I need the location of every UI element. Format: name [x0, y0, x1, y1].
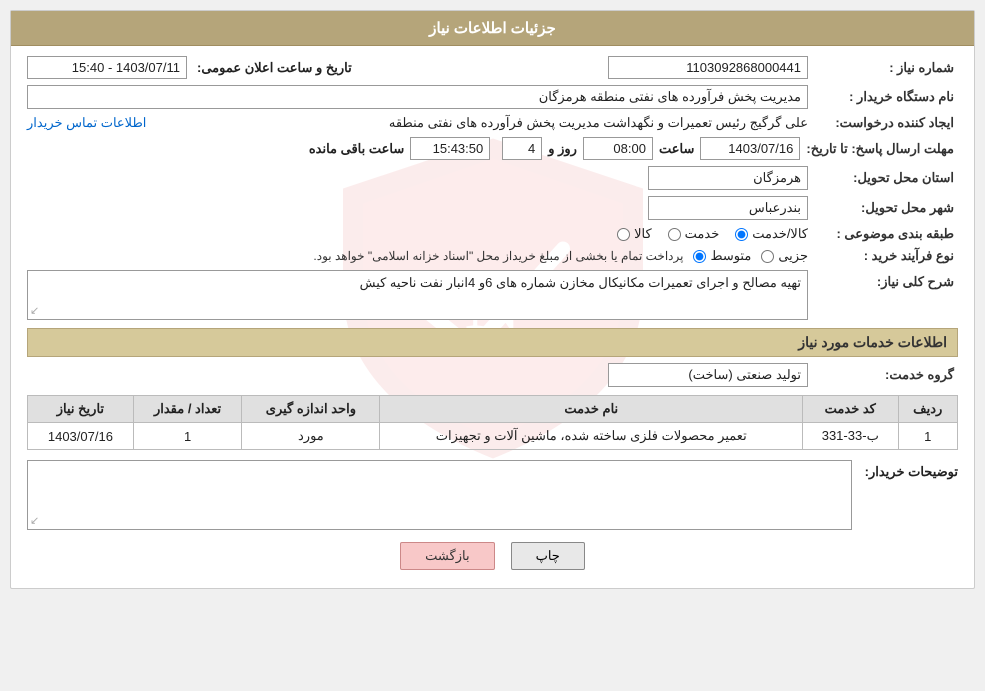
mohlat-label: مهلت ارسال پاسخ: تا تاریخ: — [806, 141, 958, 157]
tabaqe-kala-khadamat-radio[interactable] — [735, 228, 748, 241]
shahr-value: بندرعباس — [648, 196, 808, 220]
sharh-label: شرح کلی نیاز: — [818, 270, 958, 290]
tabaqe-label: طبقه بندی موضوعی : — [818, 226, 958, 242]
cell-name: تعمیر محصولات فلزی ساخته شده، ماشین آلات… — [380, 423, 803, 450]
tarikhe-value: 1403/07/11 - 15:40 — [27, 56, 187, 79]
col-radif: ردیف — [898, 396, 957, 423]
col-code: کد خدمت — [803, 396, 898, 423]
tabaqe-khadamat-label: خدمت — [685, 226, 720, 242]
notes-resize-icon: ↙ — [30, 514, 39, 527]
nofarayand-jozii-radio[interactable] — [761, 250, 774, 263]
tabaqe-khadamat-radio[interactable] — [668, 228, 681, 241]
back-button[interactable]: بازگشت — [400, 542, 494, 570]
shahr-label: شهر محل تحویل: — [818, 200, 958, 216]
cell-code: ب-33-331 — [803, 423, 898, 450]
ostan-label: استان محل تحویل: — [818, 170, 958, 186]
nofarayand-jozii-label: جزیی — [778, 248, 808, 264]
grohe-label: گروه خدمت: — [818, 367, 958, 383]
shomareNiaz-label: شماره نیاز : — [818, 60, 958, 76]
mohlat-date: 1403/07/16 — [700, 137, 800, 160]
mohlat-remaining-label: ساعت باقی مانده — [309, 141, 404, 157]
col-unit: واحد اندازه گیری — [242, 396, 380, 423]
mohlat-days-label: روز و — [548, 141, 577, 157]
tabaqe-kala-khadamat-item[interactable]: کالا/خدمت — [735, 226, 808, 242]
col-name: نام خدمت — [380, 396, 803, 423]
tabaqe-kala-label: کالا — [634, 226, 652, 242]
action-buttons: چاپ بازگشت — [27, 542, 958, 570]
mohlat-time: 08:00 — [583, 137, 653, 160]
tarikhe-label: تاریخ و ساعت اعلان عمومی: — [197, 60, 352, 76]
cell-radif: 1 — [898, 423, 957, 450]
shomareNiaz-value: 1103092868000441 — [608, 56, 808, 79]
mohlat-days: 4 — [502, 137, 542, 160]
col-date: تاریخ نیاز — [28, 396, 134, 423]
tabaqe-radio-group: کالا خدمت کالا/خدمت — [617, 226, 808, 242]
resize-icon: ↙ — [30, 304, 39, 317]
cell-count: 1 — [133, 423, 242, 450]
tabaqe-kala-khadamat-label: کالا/خدمت — [752, 226, 808, 242]
sharh-value: تهیه مصالح و اجرای تعمیرات مکانیکال مخاز… — [360, 275, 801, 290]
tabaqe-kala-radio[interactable] — [617, 228, 630, 241]
grohe-value: تولید صنعتی (ساخت) — [608, 363, 808, 387]
tabaqe-kala-item[interactable]: کالا — [617, 226, 652, 242]
tabaqe-khadamat-item[interactable]: خدمت — [668, 226, 720, 242]
cell-date: 1403/07/16 — [28, 423, 134, 450]
col-count: تعداد / مقدار — [133, 396, 242, 423]
service-table: ردیف کد خدمت نام خدمت واحد اندازه گیری ت… — [27, 395, 958, 450]
nofarayand-label: نوع فرآیند خرید : — [818, 248, 958, 264]
table-row: 1ب-33-331تعمیر محصولات فلزی ساخته شده، م… — [28, 423, 958, 450]
nofarayand-note: پرداخت تمام یا بخشی از مبلغ خریداز محل "… — [313, 249, 683, 263]
ijadkonnde-value: علی گرگیج رئیس تعمیرات و نگهداشت مدیریت … — [156, 115, 808, 131]
nofarayand-mottaset-item[interactable]: متوسط — [693, 248, 751, 264]
page-title: جزئیات اطلاعات نیاز — [11, 11, 974, 46]
namedastgah-value: مدیریت پخش فرآورده های نفتی منطقه هرمزگا… — [27, 85, 808, 109]
contact-info-link[interactable]: اطلاعات تماس خریدار — [27, 115, 146, 131]
mohlat-time-label: ساعت — [659, 141, 694, 157]
nofarayand-jozii-item[interactable]: جزیی — [761, 248, 808, 264]
ijadkonnde-label: ایجاد کننده درخواست: — [818, 115, 958, 131]
buyer-notes-label: توضیحات خریدار: — [858, 460, 958, 480]
ostan-value: هرمزگان — [648, 166, 808, 190]
print-button[interactable]: چاپ — [511, 542, 585, 570]
namedastgah-label: نام دستگاه خریدار : — [818, 89, 958, 105]
cell-unit: مورد — [242, 423, 380, 450]
nofarayand-mottaset-radio[interactable] — [693, 250, 706, 263]
khadamat-section-title: اطلاعات خدمات مورد نیاز — [27, 328, 958, 357]
mohlat-remaining: 15:43:50 — [410, 137, 490, 160]
nofarayand-mottaset-label: متوسط — [710, 248, 751, 264]
